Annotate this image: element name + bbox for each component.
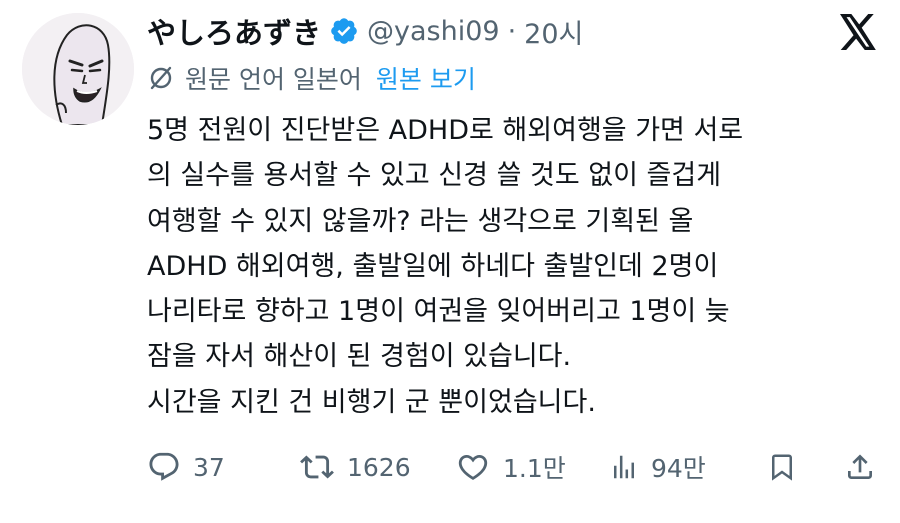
- tweet-text-line: 여행할 수 있지 않을까? 라는 생각으로 기획된 올: [147, 205, 694, 237]
- tweet-card: やしろあずき @yashi09 · 20시 원문 언어 일본어 원본 보기 5명…: [0, 0, 900, 523]
- tweet-text-line: 5명 전원이 진단받은 ADHD로 해외여행을 가면 서로: [147, 115, 744, 146]
- share-icon: [844, 450, 876, 484]
- verified-badge-icon: [329, 16, 359, 46]
- x-logo-icon[interactable]: [838, 14, 878, 50]
- views-button[interactable]: 94만: [609, 444, 706, 490]
- avatar[interactable]: [22, 13, 134, 125]
- action-bar: 37 1626 1.1만 94만: [147, 444, 880, 490]
- reply-count: 37: [193, 452, 225, 482]
- translation-bar: 원문 언어 일본어 원본 보기: [147, 58, 476, 98]
- original-language-label: 원문 언어 일본어: [185, 65, 362, 94]
- like-count: 1.1만: [503, 454, 566, 483]
- bookmark-button[interactable]: [767, 444, 797, 490]
- heart-icon: [455, 450, 491, 484]
- tweet-text-line: 나리타로 향하고 1명이 여권을 잊어버리고 1명이 늦: [147, 296, 730, 328]
- tweet-text-line: ADHD 해외여행, 출발일에 하네다 출발인데 2명이: [147, 250, 719, 282]
- retweet-count: 1626: [347, 452, 411, 482]
- bookmark-icon: [767, 450, 797, 484]
- like-button[interactable]: 1.1만: [455, 444, 566, 490]
- tweet-text-line: 시간을 지킨 건 비행기 군 뿐이었습니다.: [147, 386, 596, 418]
- tweet-header: やしろあずき @yashi09 · 20시: [147, 8, 583, 54]
- view-original-link[interactable]: 원본 보기: [376, 60, 476, 96]
- retweet-icon: [299, 450, 335, 484]
- translate-icon: [147, 64, 175, 92]
- retweet-button[interactable]: 1626: [299, 444, 411, 490]
- display-name[interactable]: やしろあずき: [147, 10, 321, 52]
- tweet-text-line: 잠을 자서 해산이 된 경험이 있습니다.: [147, 341, 572, 373]
- tweet-text-line: 의 실수를 용서할 수 있고 신경 쓸 것도 없이 즐겁게: [147, 160, 722, 192]
- reply-icon: [147, 450, 181, 484]
- user-handle[interactable]: @yashi09: [367, 16, 500, 47]
- views-chart-icon: [609, 450, 639, 484]
- reply-button[interactable]: 37: [147, 444, 225, 490]
- tweet-text: 5명 전원이 진단받은 ADHD로 해외여행을 가면 서로 의 실수를 용서할 …: [147, 108, 887, 425]
- share-button[interactable]: [844, 444, 876, 490]
- avatar-illustration: [22, 13, 134, 125]
- views-count: 94만: [651, 454, 706, 483]
- separator-dot: ·: [507, 15, 517, 47]
- timestamp[interactable]: 20시: [524, 12, 583, 51]
